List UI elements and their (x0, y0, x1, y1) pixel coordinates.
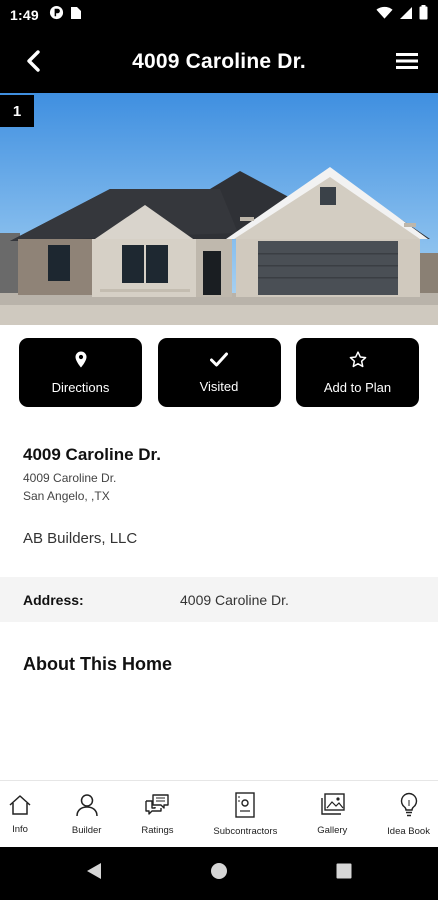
hamburger-menu-icon (396, 52, 418, 75)
nav-item-subcontractors[interactable]: Subcontractors (213, 781, 277, 847)
map-pin-icon (75, 351, 87, 373)
sim-card-icon (70, 6, 82, 25)
builder-name[interactable]: AB Builders, LLC (23, 530, 413, 547)
add-to-plan-label: Add to Plan (323, 379, 392, 395)
about-heading: About This Home (23, 654, 172, 674)
nav-label-idea-book: Idea Book (387, 825, 430, 837)
nav-label-subcontractors: Subcontractors (213, 825, 278, 837)
home-icon (8, 794, 32, 821)
star-icon (349, 350, 367, 373)
street-address: 4009 Caroline Dr. (23, 471, 117, 485)
chevron-left-icon (25, 49, 41, 77)
battery-icon (419, 5, 428, 25)
back-button[interactable] (18, 48, 48, 78)
wifi-icon (376, 6, 393, 25)
system-nav-bar (0, 847, 438, 900)
action-buttons: Directions Visited Add to Plan (0, 338, 438, 407)
id-badge-icon (234, 791, 256, 823)
status-time: 1:49 (10, 7, 39, 23)
checkmark-icon (210, 352, 228, 372)
house-illustration (0, 93, 438, 325)
cell-signal-icon (399, 6, 413, 25)
recents-square-icon (336, 863, 352, 884)
person-icon (75, 793, 99, 822)
status-left-icons (49, 5, 82, 25)
city-state: San Angelo, ,TX (23, 489, 110, 503)
nav-label-builder: Builder (71, 824, 102, 836)
system-recents-button[interactable] (336, 863, 352, 884)
status-bar: 1:49 (0, 0, 438, 30)
app-notification-icon (49, 5, 64, 25)
home-name: 4009 Caroline Dr. (23, 445, 161, 464)
add-to-plan-button[interactable]: Add to Plan (296, 338, 419, 407)
nav-item-info[interactable]: Info (8, 781, 32, 847)
address-row: Address: 4009 Caroline Dr. (0, 577, 438, 622)
status-right-icons (376, 5, 428, 25)
bottom-nav: Info Builder Ratings Subcontractors Gall… (0, 780, 438, 847)
address-label: Address: (23, 591, 84, 608)
nav-item-idea-book[interactable]: Idea Book (387, 781, 430, 847)
directions-button[interactable]: Directions (19, 338, 142, 407)
home-circle-icon (210, 862, 228, 885)
nav-item-gallery[interactable]: Gallery (317, 781, 347, 847)
back-triangle-icon (86, 862, 102, 885)
system-back-button[interactable] (86, 862, 102, 885)
app-bar: 4009 Caroline Dr. (0, 30, 438, 93)
home-info: 4009 Caroline Dr. 4009 Caroline Dr. San … (23, 445, 413, 547)
directions-label: Directions (51, 379, 110, 395)
gallery-icon (319, 792, 345, 822)
lightbulb-icon (399, 792, 419, 823)
system-home-button[interactable] (210, 862, 228, 885)
photo-index-badge: 1 (0, 95, 34, 127)
address-value: 4009 Caroline Dr. (180, 591, 289, 608)
page-title: 4009 Caroline Dr. (132, 49, 306, 73)
house-photo[interactable]: 1 (0, 93, 438, 325)
nav-label-gallery: Gallery (317, 824, 348, 836)
visited-button[interactable]: Visited (157, 338, 281, 407)
menu-button[interactable] (392, 48, 422, 78)
nav-label-info: Info (12, 823, 28, 835)
nav-item-builder[interactable]: Builder (71, 781, 102, 847)
chat-bubbles-icon (144, 793, 170, 822)
visited-label: Visited (199, 378, 239, 394)
nav-item-ratings[interactable]: Ratings (141, 781, 174, 847)
nav-label-ratings: Ratings (141, 824, 174, 836)
